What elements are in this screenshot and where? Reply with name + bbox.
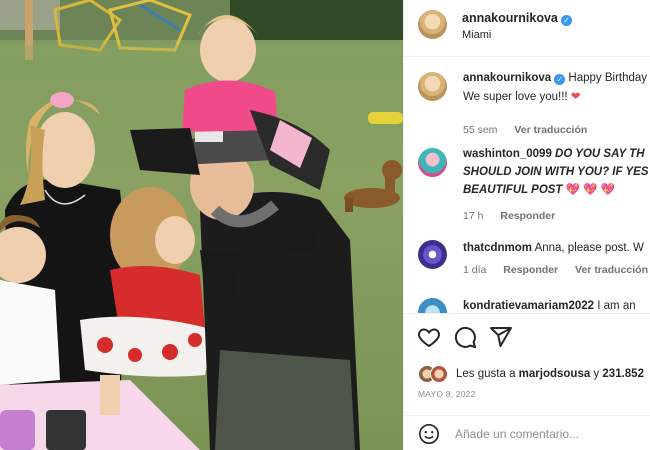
caption-username[interactable]: annakournikova — [463, 72, 551, 84]
comment-line1: washinton_0099 DO YOU SAY TH — [463, 146, 648, 163]
post-sidebar: annakournikova ✓ Miami annakournikova ✓ Ha… — [403, 0, 650, 450]
liker-avatar — [430, 365, 448, 383]
likes-user[interactable]: marjodsousa — [519, 368, 591, 380]
comment-line2: SHOULD JOIN WITH YOU? IF YES — [463, 164, 648, 181]
comment-icon[interactable] — [453, 325, 477, 349]
caption-verified-badge-icon: ✓ — [554, 74, 566, 85]
comment-avatar[interactable] — [418, 298, 447, 313]
likes-and: y — [593, 368, 600, 380]
comment-username[interactable]: thatcdnmom — [463, 242, 532, 254]
reply-button[interactable]: Responder — [503, 264, 558, 276]
comment-meta: 17 h Responder — [463, 210, 569, 222]
caption-text-2: We super love you!!! — [463, 91, 568, 103]
verified-badge-icon: ✓ — [560, 15, 572, 26]
caption-line2: We super love you!!! ❤ — [463, 89, 648, 106]
author-avatar[interactable] — [418, 10, 447, 39]
caption-meta: 55 sem Ver traducción — [463, 124, 601, 136]
comment-username[interactable]: kondratievamariam2022 — [463, 300, 594, 312]
comment-username[interactable]: washinton_0099 — [463, 148, 552, 160]
comment-avatar[interactable] — [418, 240, 447, 269]
caption-time[interactable]: 55 sem — [463, 124, 497, 136]
post-location[interactable]: Miami — [462, 29, 491, 41]
comment-text-3: BEAUTIFUL POST — [463, 184, 563, 196]
post-actions: Les gusta a marjodsousa y 231.852 MAYO 8… — [404, 313, 650, 450]
likes-summary[interactable]: Les gusta a marjodsousa y 231.852 — [456, 368, 644, 380]
post-photo[interactable] — [0, 0, 403, 450]
comment-text-2: SHOULD JOIN WITH YOU? IF YES — [463, 166, 648, 178]
reply-button[interactable]: Responder — [500, 210, 555, 222]
likers-avatars[interactable] — [418, 365, 452, 383]
red-heart-emoji-icon: ❤ — [570, 91, 581, 103]
comment-text-1: DO YOU SAY TH — [555, 148, 645, 160]
family-photo-illustration — [0, 0, 403, 450]
post-header: annakournikova ✓ Miami — [404, 0, 650, 57]
post-date[interactable]: MAYO 8, 2022 — [418, 389, 476, 399]
comment-time[interactable]: 17 h — [463, 210, 483, 222]
comment-meta: 1 día Responder Ver traducción — [463, 264, 650, 276]
author-username[interactable]: annakournikova — [462, 11, 558, 25]
comment-line3: BEAUTIFUL POST 💖 💖 💖 — [463, 182, 648, 199]
translate-link[interactable]: Ver traducción — [575, 264, 648, 276]
heart-icon[interactable] — [417, 325, 441, 349]
comment-time[interactable]: 1 día — [463, 264, 486, 276]
comments-list[interactable]: annakournikova ✓ Happy Birthday We super … — [404, 58, 650, 313]
comment-line1: kondratievamariam2022 I am an — [463, 298, 648, 313]
smiley-icon[interactable] — [418, 423, 440, 445]
send-icon[interactable] — [489, 325, 513, 349]
caption-avatar[interactable] — [418, 72, 447, 101]
comment-text: I am an — [597, 300, 636, 312]
sparkling-heart-emoji-icon: 💖 💖 💖 — [565, 184, 616, 196]
likes-prefix: Les gusta a — [456, 368, 516, 380]
comment-avatar[interactable] — [418, 148, 447, 177]
caption-line1: annakournikova ✓ Happy Birthday — [463, 70, 648, 87]
add-comment-bar: Añade un comentario... — [404, 415, 650, 450]
author-username-row[interactable]: annakournikova ✓ — [462, 11, 572, 26]
comment-input[interactable]: Añade un comentario... — [455, 427, 579, 441]
likes-count[interactable]: 231.852 — [602, 368, 644, 380]
comment-line1: thatcdnmom Anna, please post. W — [463, 240, 648, 257]
comment-text: Anna, please post. W — [534, 242, 644, 254]
caption-translate-link[interactable]: Ver traducción — [514, 124, 587, 136]
caption-text: Happy Birthday — [568, 72, 648, 84]
